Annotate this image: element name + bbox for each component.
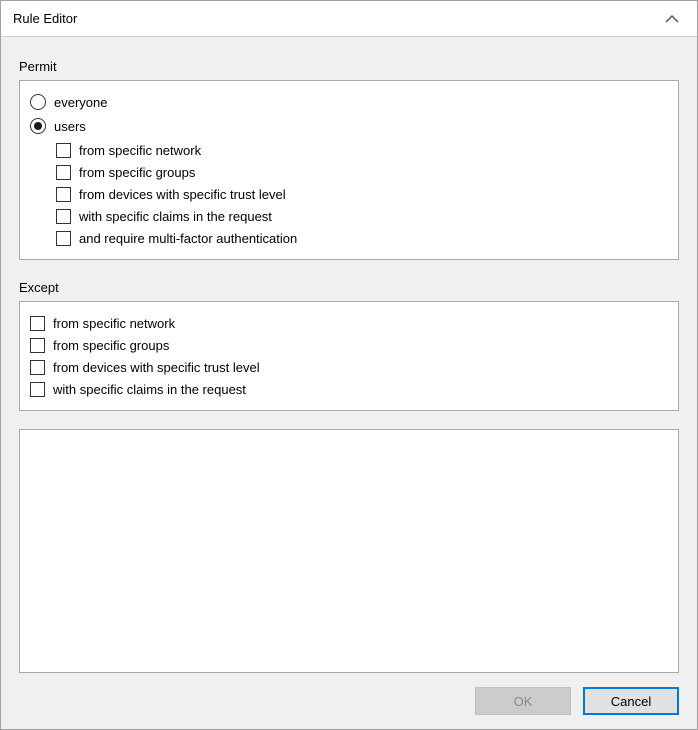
- check-except-network[interactable]: from specific network: [30, 312, 668, 334]
- check-permit-claims[interactable]: with specific claims in the request: [56, 205, 668, 227]
- cancel-button[interactable]: Cancel: [583, 687, 679, 715]
- check-label: from devices with specific trust level: [53, 360, 260, 375]
- permit-user-conditions: from specific network from specific grou…: [56, 139, 668, 249]
- check-permit-groups[interactable]: from specific groups: [56, 161, 668, 183]
- radio-everyone-label: everyone: [54, 95, 107, 110]
- check-label: from specific network: [53, 316, 175, 331]
- check-label: from specific network: [79, 143, 201, 158]
- ok-button-label: OK: [514, 694, 533, 709]
- radio-users[interactable]: users: [30, 115, 668, 137]
- check-permit-trust[interactable]: from devices with specific trust level: [56, 183, 668, 205]
- titlebar: Rule Editor: [1, 1, 697, 37]
- permit-group: everyone users from specific network fro…: [19, 80, 679, 260]
- radio-everyone[interactable]: everyone: [30, 91, 668, 113]
- checkbox-icon: [56, 165, 71, 180]
- window-title: Rule Editor: [13, 11, 77, 26]
- checkbox-icon: [30, 338, 45, 353]
- ok-button: OK: [475, 687, 571, 715]
- permit-label: Permit: [19, 59, 679, 74]
- rule-details-panel[interactable]: [19, 429, 679, 673]
- checkbox-icon: [56, 143, 71, 158]
- checkbox-icon: [30, 360, 45, 375]
- checkbox-icon: [56, 231, 71, 246]
- check-except-groups[interactable]: from specific groups: [30, 334, 668, 356]
- check-label: and require multi-factor authentication: [79, 231, 297, 246]
- check-except-claims[interactable]: with specific claims in the request: [30, 378, 668, 400]
- except-section: Except from specific network from specif…: [19, 274, 679, 411]
- dialog-content: Permit everyone users from specific netw…: [1, 37, 697, 729]
- check-permit-mfa[interactable]: and require multi-factor authentication: [56, 227, 668, 249]
- radio-users-label: users: [54, 119, 86, 134]
- check-permit-network[interactable]: from specific network: [56, 139, 668, 161]
- checkbox-icon: [30, 382, 45, 397]
- check-label: with specific claims in the request: [79, 209, 272, 224]
- except-group: from specific network from specific grou…: [19, 301, 679, 411]
- chevron-up-icon[interactable]: [659, 12, 685, 26]
- checkbox-icon: [30, 316, 45, 331]
- check-label: with specific claims in the request: [53, 382, 246, 397]
- except-label: Except: [19, 280, 679, 295]
- dialog-buttons: OK Cancel: [19, 687, 679, 715]
- check-except-trust[interactable]: from devices with specific trust level: [30, 356, 668, 378]
- cancel-button-label: Cancel: [611, 694, 651, 709]
- checkbox-icon: [56, 187, 71, 202]
- radio-icon: [30, 118, 46, 134]
- radio-icon: [30, 94, 46, 110]
- check-label: from specific groups: [53, 338, 169, 353]
- check-label: from specific groups: [79, 165, 195, 180]
- check-label: from devices with specific trust level: [79, 187, 286, 202]
- checkbox-icon: [56, 209, 71, 224]
